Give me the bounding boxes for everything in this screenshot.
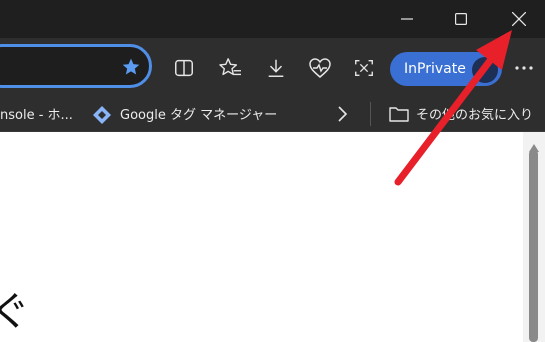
download-icon[interactable] xyxy=(264,56,288,80)
chevron-right-icon[interactable] xyxy=(334,104,350,128)
avatar xyxy=(472,57,498,83)
maximize-icon xyxy=(455,13,467,25)
maximize-button[interactable] xyxy=(438,0,484,38)
other-favorites[interactable]: その他のお気に入り xyxy=(416,104,533,123)
more-icon[interactable] xyxy=(512,56,536,80)
partial-text: ぐ xyxy=(0,289,30,335)
inprivate-label: InPrivate xyxy=(404,61,466,77)
page-content xyxy=(0,132,545,342)
close-button[interactable] xyxy=(496,0,542,38)
favorite-item-console[interactable]: nsole - ホ... xyxy=(0,104,73,123)
minimize-button[interactable] xyxy=(384,0,430,38)
address-bar[interactable] xyxy=(0,44,152,88)
inprivate-button[interactable]: InPrivate xyxy=(390,52,502,86)
minimize-icon xyxy=(401,18,413,20)
favorite-item-google-tag-manager[interactable]: Google タグ マネージャー xyxy=(120,104,277,123)
title-bar xyxy=(0,0,545,38)
folder-icon xyxy=(388,104,410,128)
divider xyxy=(370,102,371,126)
screenshot-icon[interactable] xyxy=(352,56,376,80)
toolbar: InPrivate xyxy=(0,38,545,96)
star-filled-icon[interactable] xyxy=(121,57,141,81)
scrollbar-thumb[interactable] xyxy=(529,150,538,342)
close-icon xyxy=(512,12,526,26)
google-tag-manager-icon xyxy=(92,105,112,129)
split-screen-icon[interactable] xyxy=(172,56,196,80)
favorites-icon[interactable] xyxy=(218,56,242,80)
browser-essentials-icon[interactable] xyxy=(308,56,332,80)
favorites-bar: nsole - ホ... Google タグ マネージャー その他のお気に入り xyxy=(0,96,545,132)
